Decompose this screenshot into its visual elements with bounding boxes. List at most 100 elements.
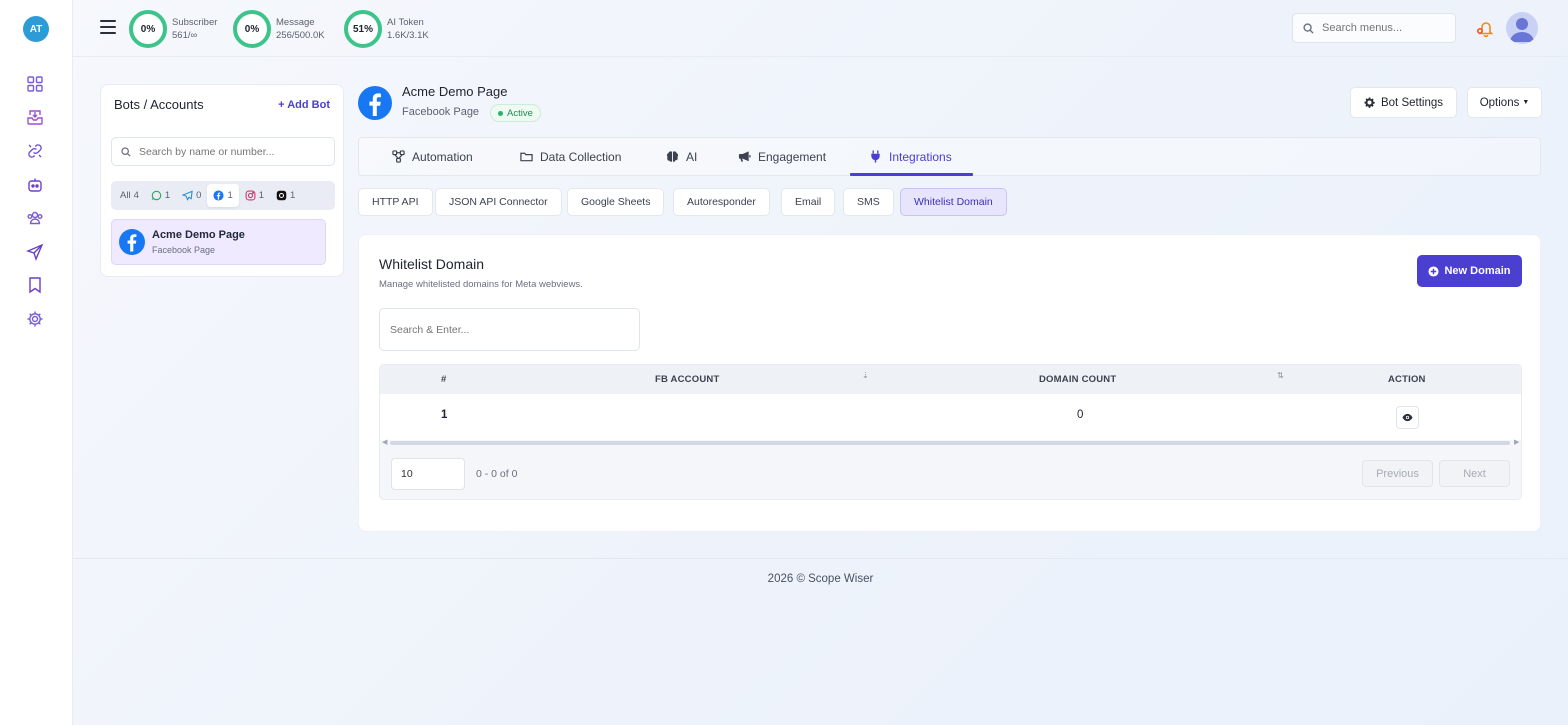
whitelist-domain-card: Whitelist Domain Manage whitelisted doma…	[358, 234, 1541, 532]
stat-label: Subscriber	[172, 17, 218, 28]
eye-icon	[1402, 413, 1413, 422]
scroll-left-icon[interactable]: ◀	[382, 438, 387, 446]
stat-subscriber: 0% Subscriber 561/∞	[129, 9, 217, 49]
search-menus-box	[1292, 13, 1456, 43]
tab-data-collection[interactable]: Data Collection	[520, 138, 621, 175]
platform-filter-bar: All 4 1 0 1 1 1	[111, 181, 335, 210]
search-menus-input[interactable]	[1322, 22, 1442, 34]
menu-toggle-icon[interactable]	[100, 20, 116, 34]
workspace-avatar[interactable]: AT	[23, 16, 49, 42]
facebook-icon	[213, 190, 224, 201]
filter-telegram[interactable]: 0	[176, 184, 207, 207]
row-index: 1	[441, 409, 448, 421]
stat-value: 561/∞	[172, 30, 198, 41]
whatsapp-icon	[151, 190, 162, 201]
domain-table: # FB ACCOUNT ⇣ DOMAIN COUNT ⇅ ACTION 1 0…	[379, 364, 1522, 500]
stat-value: 1.6K/3.1K	[387, 30, 429, 41]
brain-icon	[666, 151, 679, 162]
users-icon[interactable]	[25, 208, 45, 228]
bell-icon[interactable]	[1476, 18, 1496, 38]
table-header: # FB ACCOUNT ⇣ DOMAIN COUNT ⇅ ACTION	[380, 365, 1521, 394]
pagination-range: 0 - 0 of 0	[476, 468, 518, 480]
megaphone-icon	[738, 151, 751, 162]
per-page-input[interactable]	[401, 468, 456, 480]
subtab-whitelist-domain[interactable]: Whitelist Domain	[900, 188, 1007, 216]
subtab-email[interactable]: Email	[781, 188, 836, 216]
next-page-button[interactable]: Next	[1439, 460, 1510, 487]
plus-icon: +	[278, 99, 288, 111]
previous-page-button[interactable]: Previous	[1362, 460, 1433, 487]
link-icon[interactable]	[25, 141, 45, 161]
column-header-action: ACTION	[1388, 374, 1426, 385]
stat-ai-token: 51% AI Token 1.6K/3.1K	[344, 9, 429, 49]
tab-engagement[interactable]: Engagement	[738, 138, 826, 175]
status-dot	[498, 110, 503, 116]
facebook-icon	[119, 229, 145, 255]
gear-icon[interactable]	[25, 309, 45, 329]
status-badge: Active	[490, 104, 541, 122]
bookmark-icon[interactable]	[25, 275, 45, 295]
send-icon[interactable]	[25, 242, 45, 262]
instagram-icon	[245, 190, 256, 201]
sort-icon[interactable]: ⇅	[1277, 371, 1284, 380]
threads-icon	[276, 190, 287, 201]
subtab-http-api[interactable]: HTTP API	[358, 188, 433, 216]
filter-whatsapp[interactable]: 1	[145, 184, 176, 207]
section-description: Manage whitelisted domains for Meta webv…	[379, 279, 583, 290]
filter-threads[interactable]: 1	[270, 184, 301, 207]
view-button[interactable]	[1396, 406, 1419, 429]
filter-instagram[interactable]: 1	[239, 184, 270, 207]
subtab-autoresponder[interactable]: Autoresponder	[673, 188, 770, 216]
section-title: Whitelist Domain	[379, 256, 485, 272]
user-avatar[interactable]	[1506, 12, 1538, 44]
options-dropdown[interactable]: Options ▼	[1467, 87, 1542, 118]
column-header-domain-count[interactable]: DOMAIN COUNT	[1039, 374, 1116, 385]
plug-icon	[871, 150, 880, 163]
row-domain-count: 0	[1077, 409, 1084, 421]
bots-panel: Bots / Accounts + Add Bot All 4 1 0 1 1 …	[100, 84, 344, 277]
bot-type: Facebook Page	[152, 245, 216, 255]
bot-settings-button[interactable]: Bot Settings	[1350, 87, 1457, 118]
stat-label: AI Token	[387, 17, 424, 28]
left-rail: AT	[0, 0, 73, 725]
progress-ring: 0%	[129, 10, 167, 48]
subtab-sms[interactable]: SMS	[843, 188, 894, 216]
progress-ring: 0%	[233, 10, 271, 48]
tab-integrations[interactable]: Integrations	[869, 138, 952, 175]
inbox-icon[interactable]	[25, 107, 45, 127]
page-type: Facebook Page	[402, 106, 480, 118]
filter-facebook[interactable]: 1	[207, 184, 239, 207]
subtab-google-sheets[interactable]: Google Sheets	[567, 188, 665, 216]
column-header-index[interactable]: #	[441, 374, 446, 385]
filter-all[interactable]: All 4	[114, 184, 145, 207]
domain-search-box	[379, 308, 640, 351]
bots-panel-title: Bots / Accounts	[114, 97, 204, 112]
bot-icon[interactable]	[25, 175, 45, 195]
scroll-right-icon[interactable]: ▶	[1514, 438, 1519, 446]
domain-search-input[interactable]	[390, 323, 620, 336]
footer-divider	[73, 558, 1568, 559]
stat-message: 0% Message 256/500.0K	[233, 9, 325, 49]
bot-name: Acme Demo Page	[152, 229, 245, 241]
search-bots-box	[111, 137, 335, 166]
new-domain-button[interactable]: New Domain	[1417, 255, 1522, 287]
tab-automation[interactable]: Automation	[392, 138, 473, 175]
column-header-fb-account[interactable]: FB ACCOUNT	[655, 374, 719, 385]
sort-icon[interactable]: ⇣	[862, 371, 869, 380]
subtab-json-api-connector[interactable]: JSON API Connector	[435, 188, 562, 216]
tab-ai[interactable]: AI	[666, 138, 697, 175]
gear-icon	[1364, 97, 1375, 108]
search-bots-input[interactable]	[139, 145, 329, 158]
caret-down-icon: ▼	[1522, 99, 1530, 106]
dashboard-icon[interactable]	[25, 74, 45, 94]
search-icon	[1303, 22, 1314, 34]
horizontal-scrollbar[interactable]	[390, 441, 1510, 445]
top-bar: 0% Subscriber 561/∞ 0% Message 256/500.0…	[73, 0, 1568, 57]
active-tab-indicator	[850, 173, 973, 176]
flow-icon	[392, 150, 405, 163]
search-icon	[121, 146, 131, 157]
bot-list-item[interactable]: Acme Demo Page Facebook Page	[111, 219, 326, 265]
stat-value: 256/500.0K	[276, 30, 325, 41]
table-row: 1 0	[380, 394, 1521, 440]
add-bot-button[interactable]: + Add Bot	[278, 99, 330, 111]
